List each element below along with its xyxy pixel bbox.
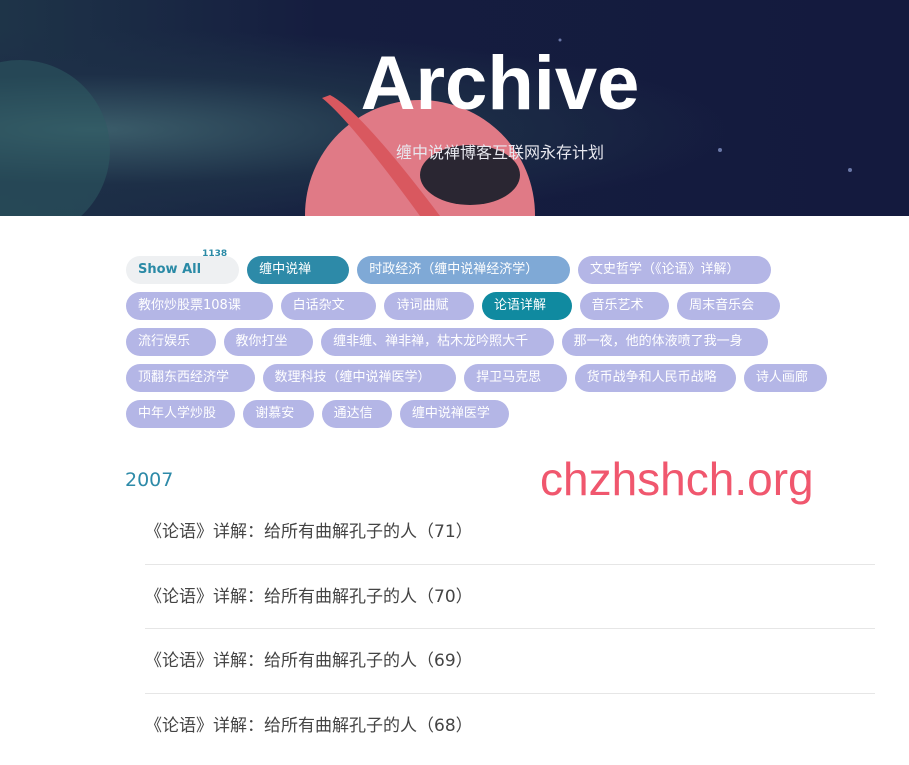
tag-4[interactable]: 教你炒股票108课108 [126, 286, 273, 320]
tag-count: 1134 [312, 249, 338, 259]
tag-label: 捍卫马克思 [476, 370, 542, 385]
tag-20[interactable]: 谢慕安4 [243, 394, 314, 428]
tag-label: 时政经济（缠中说禅经济学） [369, 262, 539, 277]
tag-14[interactable]: 顶翻东西经济学16 [126, 358, 255, 392]
tag-count: 36 [191, 321, 204, 331]
tag-label: 论语详解 [493, 298, 546, 313]
tag-label: 诗词曲赋 [396, 298, 449, 313]
tag-label: 缠中说禅医学 [411, 406, 490, 421]
tag-label: Show All [138, 262, 202, 277]
tag-label: 那一夜，他的体液喷了我一身 [573, 334, 743, 349]
tag-8[interactable]: 音乐艺术66 [579, 286, 670, 320]
tag-5[interactable]: 白话杂文106 [280, 286, 377, 320]
post-link[interactable]: 《论语》详解：给所有曲解孔子的人（71） [145, 500, 875, 565]
category-tags: Show All1138 缠中说禅1134 时政经济（缠中说禅经济学）561 文史哲学… [126, 250, 866, 428]
tag-22[interactable]: 缠中说禅医学2 [399, 394, 510, 428]
tag-11[interactable]: 教你打坐30 [223, 322, 314, 356]
tag-count: 4 [295, 393, 302, 403]
tag-count: 42 [755, 285, 768, 295]
tag-count: 2 [490, 393, 498, 403]
tag-label: 数理科技（缠中说禅医学） [274, 370, 431, 385]
tag-count: 66 [644, 285, 658, 295]
post-link[interactable]: 《论语》详解：给所有曲解孔子的人（69） [145, 629, 875, 694]
tag-count: 108 [241, 285, 261, 295]
page-title: Archive [360, 41, 640, 126]
tag-13[interactable]: 那一夜，他的体液喷了我一身20 [561, 322, 769, 356]
post-link[interactable]: 《论语》详解：给所有曲解孔子的人（70） [145, 565, 875, 629]
tag-count: 8 [808, 357, 816, 367]
watermark: chzhshch.org [540, 453, 814, 505]
tag-count: 106 [345, 285, 365, 295]
post-link[interactable]: 《论语》详解：给所有曲解孔子的人（68） [145, 694, 875, 759]
hero-banner: Archive 缠中说禅博客互联网永存计划 [0, 0, 909, 216]
tag-count: 71 [547, 285, 560, 295]
year-heading: 2007 [125, 469, 174, 491]
tag-label: 谢慕安 [255, 406, 295, 421]
tag-label: 教你炒股票108课 [138, 298, 241, 313]
tag-19[interactable]: 中年人学炒股4 [126, 394, 236, 428]
tag-1[interactable]: 缠中说禅1134 [247, 250, 350, 284]
post-list: 《论语》详解：给所有曲解孔子的人（71） 《论语》详解：给所有曲解孔子的人（70）… [145, 500, 875, 758]
tag-0[interactable]: Show All1138 [126, 250, 240, 284]
tag-label: 白话杂文 [292, 298, 345, 313]
tag-label: 缠非缠、禅非禅，枯木龙吟照大千 [333, 334, 529, 349]
tag-count: 20 [743, 321, 757, 331]
tag-label: 文史哲学（《论语》详解） [590, 262, 740, 277]
tag-9[interactable]: 周末音乐会42 [677, 286, 780, 320]
tag-7[interactable]: 论语详解71 [481, 286, 572, 320]
tag-12[interactable]: 缠非缠、禅非禅，枯木龙吟照大千28 [321, 322, 554, 356]
tag-2[interactable]: 时政经济（缠中说禅经济学）561 [357, 250, 571, 284]
tag-label: 中年人学炒股 [138, 406, 217, 421]
tag-label: 通达信 [333, 406, 373, 421]
tag-count: 95 [449, 285, 462, 295]
tag-21[interactable]: 通达信3 [321, 394, 392, 428]
tag-label: 周末音乐会 [689, 298, 755, 313]
tag-3[interactable]: 文史哲学（《论语》详解）114 [578, 250, 772, 284]
tag-label: 诗人画廊 [755, 370, 808, 385]
tag-label: 流行娱乐 [138, 334, 191, 349]
tag-count: 9 [717, 357, 724, 367]
tag-label: 缠中说禅 [259, 262, 312, 277]
tag-count: 114 [740, 249, 760, 259]
tag-count: 30 [288, 321, 302, 331]
tag-count: 28 [529, 321, 542, 331]
tag-15[interactable]: 数理科技（缠中说禅医学）15 [262, 358, 457, 392]
tag-label: 货币战争和人民币战略 [586, 370, 717, 385]
tag-count: 15 [431, 357, 445, 367]
tag-18[interactable]: 诗人画廊8 [743, 358, 828, 392]
page-subtitle: 缠中说禅博客互联网永存计划 [395, 143, 604, 162]
tag-label: 教你打坐 [235, 334, 288, 349]
tag-count: 11 [542, 357, 555, 367]
tag-count: 3 [373, 393, 380, 403]
tag-count: 4 [217, 393, 224, 403]
tag-10[interactable]: 流行娱乐36 [126, 322, 216, 356]
tag-17[interactable]: 货币战争和人民币战略9 [574, 358, 736, 392]
tag-count: 561 [539, 249, 559, 259]
tag-count: 1138 [202, 249, 228, 259]
tag-label: 音乐艺术 [591, 298, 644, 313]
tag-6[interactable]: 诗词曲赋95 [384, 286, 474, 320]
tag-count: 16 [230, 357, 243, 367]
tag-label: 顶翻东西经济学 [138, 370, 230, 385]
tag-16[interactable]: 捍卫马克思11 [464, 358, 567, 392]
